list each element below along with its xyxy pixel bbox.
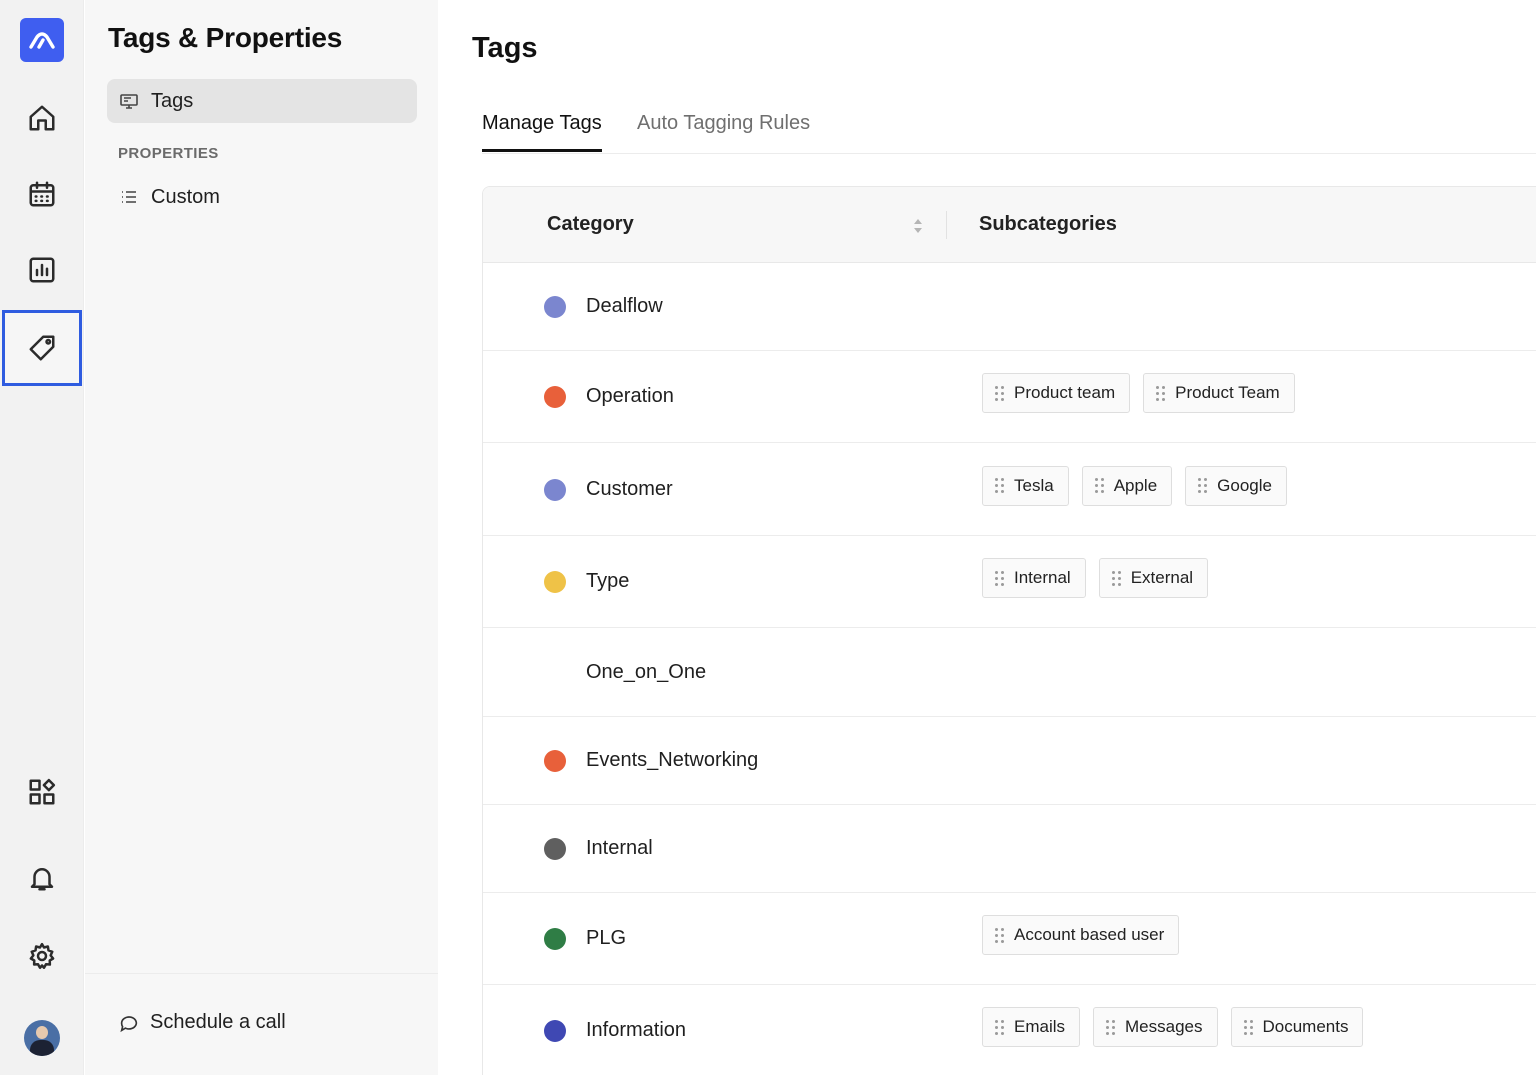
monitor-icon bbox=[120, 94, 138, 109]
icon-rail bbox=[0, 0, 84, 1075]
drag-handle-icon[interactable] bbox=[995, 1019, 1004, 1035]
drag-handle-icon[interactable] bbox=[1156, 385, 1166, 401]
subcategory-chip[interactable]: Product team bbox=[982, 373, 1131, 413]
category-color-dot bbox=[544, 750, 566, 772]
subcategory-chip[interactable]: Apple bbox=[1081, 465, 1173, 506]
drag-handle-icon[interactable] bbox=[1106, 1019, 1116, 1035]
schedule-call-button[interactable]: Schedule a call bbox=[118, 1011, 286, 1034]
subcategory-label: Tesla bbox=[1014, 475, 1054, 495]
category-name: Type bbox=[586, 570, 630, 592]
drag-handle-icon[interactable] bbox=[995, 927, 1004, 943]
column-header-category[interactable]: Category bbox=[547, 213, 634, 236]
table-row[interactable]: Internal bbox=[483, 805, 1536, 893]
category-name: Dealflow bbox=[586, 295, 663, 317]
tab-manage-tags[interactable]: Manage Tags bbox=[482, 112, 602, 152]
category-color-dot bbox=[544, 386, 566, 408]
main-content: Tags Manage Tags Auto Tagging Rules Cate… bbox=[438, 0, 1536, 1075]
table-row[interactable]: Dealflow bbox=[483, 263, 1536, 351]
category-name: Operation bbox=[586, 385, 674, 407]
avatar[interactable] bbox=[24, 1020, 60, 1056]
subcategory-label: Product Team bbox=[1175, 383, 1280, 402]
gear-icon[interactable] bbox=[0, 918, 84, 994]
page-title: Tags bbox=[472, 32, 538, 64]
subcategory-chip[interactable]: Account based user bbox=[982, 915, 1180, 955]
category-name: Information bbox=[586, 1019, 687, 1041]
subcategory-label: Messages bbox=[1125, 1017, 1203, 1036]
drag-handle-icon[interactable] bbox=[1243, 1019, 1253, 1035]
category-color-dot bbox=[544, 1020, 566, 1042]
table-row[interactable]: Events_Networking bbox=[483, 717, 1536, 805]
drag-handle-icon[interactable] bbox=[995, 478, 1004, 493]
category-color-dot bbox=[544, 928, 566, 950]
subcategory-label: Documents bbox=[1262, 1017, 1349, 1036]
table-row[interactable]: Customer Tesla Apple Google bbox=[483, 443, 1536, 536]
subcategory-list: Product team Product Team bbox=[982, 373, 1295, 413]
subcategory-list: Internal External bbox=[982, 558, 1209, 598]
subcategory-chip[interactable]: Messages bbox=[1093, 1007, 1218, 1047]
category-name: One_on_One bbox=[586, 660, 707, 683]
drag-handle-icon[interactable] bbox=[995, 570, 1004, 586]
category-color-dot bbox=[544, 838, 566, 860]
list-icon bbox=[122, 191, 136, 203]
drag-handle-icon[interactable] bbox=[1198, 478, 1208, 493]
chart-icon[interactable] bbox=[0, 232, 84, 308]
category-color-dot bbox=[544, 571, 566, 593]
chat-bubble-icon bbox=[120, 1015, 138, 1032]
subcategory-chip[interactable]: Google bbox=[1185, 465, 1287, 506]
settings-sidebar: Tags & Properties Tags PROPERTIES Custom… bbox=[85, 0, 438, 1075]
logo-icon[interactable] bbox=[20, 18, 64, 62]
subcategory-label: Apple bbox=[1113, 475, 1158, 495]
column-divider bbox=[946, 211, 947, 239]
category-name: PLG bbox=[586, 927, 627, 949]
bell-icon[interactable] bbox=[0, 840, 84, 916]
subcategory-list: Emails Messages Documents bbox=[982, 1007, 1364, 1047]
subcategory-list: Account based user bbox=[982, 915, 1180, 955]
category-color-dot bbox=[544, 296, 566, 318]
subcategory-chip[interactable]: Product Team bbox=[1143, 373, 1295, 413]
subcategory-label: Product team bbox=[1014, 383, 1116, 402]
category-name: Events_Networking bbox=[586, 749, 759, 771]
drag-handle-icon[interactable] bbox=[1111, 570, 1121, 586]
category-name: Customer bbox=[586, 477, 673, 500]
subcategory-label: External bbox=[1130, 568, 1194, 587]
table-row[interactable]: One_on_One bbox=[483, 628, 1536, 717]
subcategory-chip[interactable]: Emails bbox=[982, 1007, 1081, 1047]
table-row[interactable]: Information Emails Messages Documents bbox=[483, 985, 1536, 1075]
category-color-dot bbox=[544, 478, 566, 501]
column-header-subcategories: Subcategories bbox=[979, 213, 1117, 235]
sidebar-title: Tags & Properties bbox=[108, 22, 343, 53]
subcategory-label: Internal bbox=[1014, 568, 1071, 587]
subcategory-chip[interactable]: Documents bbox=[1230, 1007, 1364, 1047]
calendar-icon[interactable] bbox=[0, 156, 84, 232]
table-row[interactable]: Type Internal External bbox=[483, 536, 1536, 628]
properties-section-label: PROPERTIES bbox=[118, 145, 219, 162]
sidebar-item-custom[interactable]: Custom bbox=[107, 175, 417, 219]
subcategory-chip[interactable]: Tesla bbox=[982, 465, 1069, 506]
table-row[interactable]: PLG Account based user bbox=[483, 893, 1536, 985]
subcategory-label: Account based user bbox=[1014, 925, 1165, 944]
schedule-call-label: Schedule a call bbox=[150, 1011, 286, 1033]
subcategory-label: Emails bbox=[1014, 1017, 1066, 1036]
subcategory-chip[interactable]: Internal bbox=[982, 558, 1086, 598]
sidebar-divider bbox=[85, 973, 438, 974]
subcategory-chip[interactable]: External bbox=[1098, 558, 1209, 598]
sidebar-item-tags[interactable]: Tags bbox=[107, 79, 417, 123]
app-window: Tags & Properties Tags PROPERTIES Custom… bbox=[0, 0, 1536, 1075]
category-name: Internal bbox=[586, 837, 653, 859]
tag-icon[interactable] bbox=[2, 310, 82, 386]
tab-auto-tagging-rules[interactable]: Auto Tagging Rules bbox=[637, 112, 810, 149]
sort-icon[interactable] bbox=[911, 215, 925, 237]
drag-handle-icon[interactable] bbox=[995, 385, 1004, 401]
table-header: Category Subcategories bbox=[483, 187, 1536, 263]
tab-bar: Manage Tags Auto Tagging Rules bbox=[482, 104, 1536, 154]
home-icon[interactable] bbox=[0, 80, 84, 156]
tags-table: Category Subcategories Dealflow Operation… bbox=[482, 186, 1536, 1075]
sidebar-item-label: Tags bbox=[151, 89, 194, 112]
subcategory-label: Google bbox=[1217, 475, 1272, 495]
table-row[interactable]: Operation Product team Product Team bbox=[483, 351, 1536, 443]
sidebar-item-label: Custom bbox=[151, 185, 220, 208]
subcategory-list: Tesla Apple Google bbox=[982, 465, 1287, 506]
widgets-icon[interactable] bbox=[0, 754, 84, 830]
drag-handle-icon[interactable] bbox=[1094, 478, 1104, 493]
